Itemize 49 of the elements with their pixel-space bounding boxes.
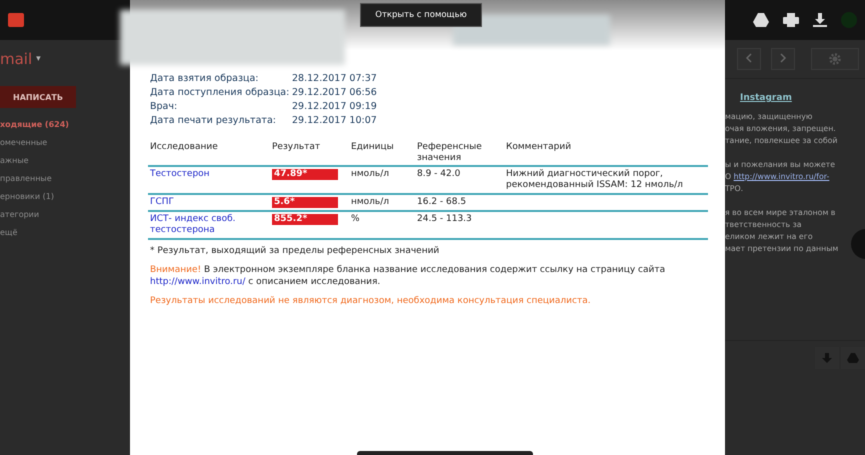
folder-item[interactable]: ерновики (1)	[0, 188, 130, 206]
result-value: 855.2*	[272, 214, 338, 225]
download-icon[interactable]	[813, 13, 827, 27]
disclaimer: Результаты исследований не являются диагнозом, необходима консультация специалиста.	[150, 296, 592, 306]
folder-item[interactable]: ажные	[0, 152, 130, 170]
info-value: 29.12.2017 10:07	[292, 114, 378, 128]
folder-item[interactable]: атегории	[0, 206, 130, 224]
pdf-file-icon	[8, 13, 24, 27]
folder-item[interactable]: ещё	[0, 224, 130, 242]
info-value: 29.12.2017 06:56	[292, 86, 378, 100]
chevron-left-icon	[745, 53, 753, 63]
open-with-button[interactable]: Открыть с помощью	[360, 3, 482, 27]
footnote: * Результат, выходящий за пределы референсных значений	[150, 246, 440, 256]
info-value: 29.12.2017 09:19	[292, 100, 378, 114]
reference-cell: 8.9 - 42.0	[417, 169, 460, 179]
info-label: Врач:	[150, 100, 178, 114]
column-header: Единицы	[349, 142, 415, 166]
units-cell: %	[351, 214, 360, 224]
test-link[interactable]: ИСТ- индекс своб. тестостерона	[150, 214, 268, 236]
info-label: Дата взятия образца:	[150, 72, 260, 86]
notice-text: Внимание! В электронном экземпляре бланка название исследования содержит ссылку на страницу сайта http://www.invitro.ru/ с описанием исследования.	[150, 264, 666, 288]
column-header: Результат	[270, 142, 349, 166]
folder-item[interactable]: правленные	[0, 170, 130, 188]
test-link[interactable]: Тестостерон	[150, 169, 268, 180]
settings-button[interactable]	[811, 48, 859, 70]
site-link[interactable]: http://www.invitro.ru/	[150, 277, 246, 287]
compose-button[interactable]: НАПИСАТЬ	[0, 86, 76, 108]
info-label: Дата печати результата:	[150, 114, 277, 128]
settings-icon	[829, 53, 841, 65]
chevron-right-icon	[779, 53, 787, 63]
units-cell: нмоль/л	[351, 169, 390, 179]
comment-cell: Нижний диагностический порог, рекомендованный ISSAM: 12 нмоль/л	[506, 169, 683, 190]
sender-link[interactable]: Instagram	[740, 93, 792, 103]
info-label: Дата поступления образца:	[150, 86, 290, 100]
reference-cell: 24.5 - 113.3	[417, 214, 472, 224]
caret-icon[interactable]: ▾	[36, 54, 41, 64]
test-link[interactable]: ГСПГ	[150, 197, 268, 208]
folder-item[interactable]: омеченные	[0, 134, 130, 152]
info-value: 28.12.2017 07:37	[292, 72, 378, 86]
previous-button[interactable]	[737, 48, 761, 70]
result-value: 47.89*	[272, 169, 338, 180]
column-header: Исследование	[148, 142, 270, 166]
units-cell: нмоль/л	[351, 197, 390, 207]
folder-item[interactable]: ходящие (624)	[0, 116, 130, 134]
column-header: Комментарий	[504, 142, 708, 166]
reference-cell: 16.2 - 68.5	[417, 197, 466, 207]
result-value: 5.6*	[272, 197, 338, 208]
column-header: Референсные значения	[415, 142, 504, 166]
next-button[interactable]	[771, 48, 795, 70]
